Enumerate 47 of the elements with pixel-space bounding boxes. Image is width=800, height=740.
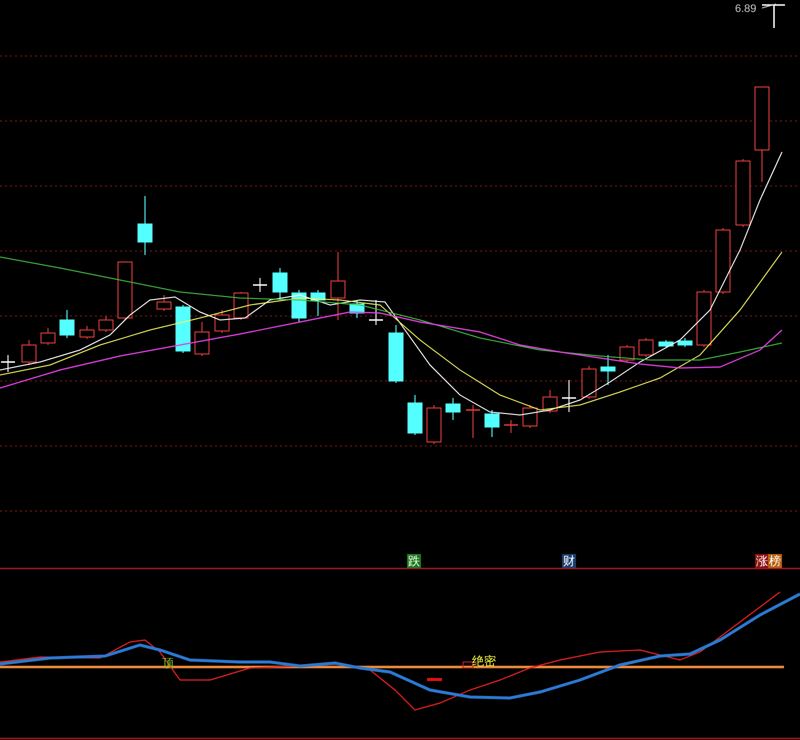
candlestick [484, 410, 500, 438]
candlestick [350, 300, 364, 318]
candlestick [194, 322, 210, 356]
candlestick [408, 394, 422, 436]
signal-mark [427, 678, 442, 681]
signal-tag: 跌 [407, 554, 421, 568]
candlestick [60, 310, 74, 338]
signal-tag: 涨 [755, 554, 769, 568]
candlestick [620, 344, 634, 362]
candlestick [138, 196, 152, 256]
candlestick [253, 278, 267, 292]
candlestick [214, 310, 230, 334]
high-price-label: 6.89 [735, 3, 756, 16]
candlestick [600, 354, 616, 386]
candlestick [446, 398, 460, 420]
candlestick [330, 252, 346, 320]
candlestick [696, 290, 712, 348]
candlestick [310, 290, 326, 316]
candlestick [369, 300, 383, 326]
candlestick [678, 338, 692, 348]
candlestick [156, 294, 172, 312]
candlestick [388, 324, 404, 384]
indicator-marker: 绝密 [472, 654, 496, 668]
candlestick [272, 268, 288, 300]
candlestick [716, 228, 730, 294]
candlestick [736, 158, 750, 228]
candlestick [118, 262, 132, 320]
candlestick [426, 404, 442, 444]
candlestick [562, 380, 576, 412]
candlestick [176, 304, 190, 354]
candlestick [22, 340, 36, 366]
signal-tag: 榜 [768, 554, 782, 568]
candlestick [658, 340, 674, 348]
signal-tag: 财 [562, 554, 576, 568]
candlestick [542, 390, 558, 414]
candlestick [1, 354, 15, 372]
candlestick [582, 366, 596, 400]
candlestick [504, 420, 518, 434]
candlestick [234, 292, 248, 320]
candlestick [522, 404, 538, 428]
candlestick [466, 404, 480, 438]
candlestick [80, 326, 94, 340]
high-arrow-icon [762, 4, 785, 28]
candlestick [98, 316, 114, 332]
candlestick [40, 328, 56, 346]
marker-box [462, 662, 474, 668]
candlestick [638, 338, 654, 358]
